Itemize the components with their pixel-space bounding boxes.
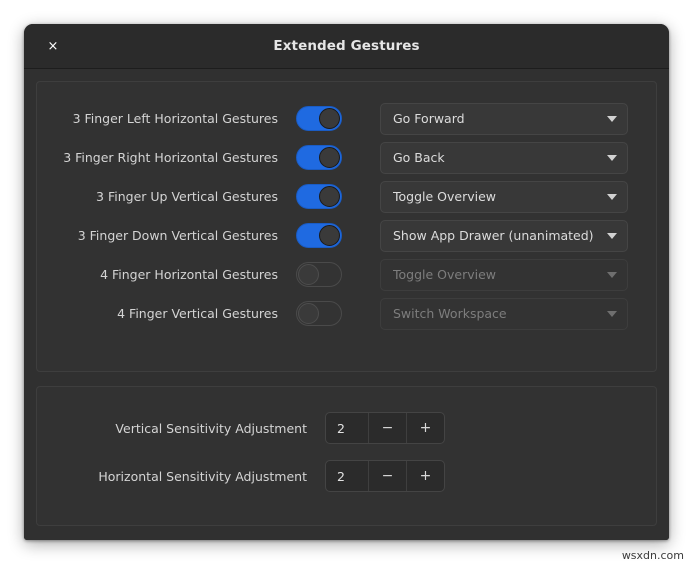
gesture-row: 4 Finger Vertical Gestures Switch Workspa…	[57, 297, 628, 330]
watermark: wsxdn.com	[621, 549, 684, 562]
gesture-row: 4 Finger Horizontal Gestures Toggle Overv…	[57, 258, 628, 291]
gesture-toggle-switch[interactable]	[296, 145, 342, 170]
gesture-action-dropdown[interactable]: Show App Drawer (unanimated)	[380, 219, 628, 252]
gesture-action-value: Go Forward	[393, 111, 465, 126]
minus-icon[interactable]: −	[368, 413, 406, 443]
chevron-down-icon	[607, 154, 617, 161]
gesture-action-value: Toggle Overview	[393, 267, 497, 282]
sensitivity-settings-group: Vertical Sensitivity Adjustment 2− + Horizo…	[36, 386, 657, 526]
chevron-down-icon	[607, 115, 617, 122]
sensitivity-label: Horizontal Sensitivity Adjustment	[98, 468, 307, 484]
sensitivity-value-input[interactable]: 2	[326, 461, 368, 491]
chevron-down-icon	[607, 232, 617, 239]
toggle-knob-icon	[298, 264, 319, 285]
gesture-label: 4 Finger Vertical Gestures	[117, 306, 278, 321]
sensitivity-value-input[interactable]: 2	[326, 413, 368, 443]
chevron-down-icon	[607, 193, 617, 200]
sensitivity-row: Horizontal Sensitivity Adjustment 2− +	[57, 457, 628, 495]
gesture-action-value: Go Back	[393, 150, 445, 165]
sensitivity-label: Vertical Sensitivity Adjustment	[115, 420, 307, 436]
toggle-knob-icon	[298, 303, 319, 324]
close-icon[interactable]: ×	[40, 33, 66, 59]
gesture-action-dropdown: Toggle Overview	[380, 258, 628, 291]
toggle-knob-icon	[319, 147, 340, 168]
gesture-label: 3 Finger Left Horizontal Gestures	[72, 111, 278, 126]
gesture-toggle-switch[interactable]	[296, 223, 342, 248]
plus-icon[interactable]: +	[406, 413, 444, 443]
gesture-label: 3 Finger Right Horizontal Gestures	[63, 150, 278, 165]
gesture-action-dropdown: Switch Workspace	[380, 297, 628, 330]
gesture-action-dropdown[interactable]: Go Back	[380, 141, 628, 174]
chevron-down-icon	[607, 310, 617, 317]
title-bar: × Extended Gestures	[24, 24, 669, 69]
window-title: Extended Gestures	[273, 38, 420, 54]
plus-icon[interactable]: +	[406, 461, 444, 491]
gesture-row: 3 Finger Down Vertical Gestures Show App …	[57, 219, 628, 252]
sensitivity-stepper[interactable]: 2− +	[325, 460, 445, 492]
gesture-row: 3 Finger Right Horizontal Gestures Go Bac…	[57, 141, 628, 174]
gesture-toggle-switch[interactable]	[296, 184, 342, 209]
gesture-action-dropdown[interactable]: Toggle Overview	[380, 180, 628, 213]
gesture-settings-group: 3 Finger Left Horizontal Gestures Go Forw…	[36, 81, 657, 372]
gesture-action-value: Toggle Overview	[393, 189, 497, 204]
extended-gestures-window: × Extended Gestures 3 Finger Left Horizo…	[24, 24, 669, 540]
window-body: 3 Finger Left Horizontal Gestures Go Forw…	[24, 69, 669, 540]
chevron-down-icon	[607, 271, 617, 278]
gesture-toggle-switch[interactable]	[296, 301, 342, 326]
gesture-toggle-switch[interactable]	[296, 106, 342, 131]
sensitivity-row: Vertical Sensitivity Adjustment 2− +	[57, 409, 628, 447]
toggle-knob-icon	[319, 225, 340, 246]
gesture-row: 3 Finger Up Vertical Gestures Toggle Over…	[57, 180, 628, 213]
gesture-label: 4 Finger Horizontal Gestures	[100, 267, 278, 282]
gesture-action-value: Switch Workspace	[393, 306, 507, 321]
gesture-label: 3 Finger Down Vertical Gestures	[77, 228, 278, 243]
toggle-knob-icon	[319, 186, 340, 207]
gesture-label: 3 Finger Up Vertical Gestures	[96, 189, 278, 204]
sensitivity-stepper[interactable]: 2− +	[325, 412, 445, 444]
gesture-row: 3 Finger Left Horizontal Gestures Go Forw…	[57, 102, 628, 135]
gesture-action-dropdown[interactable]: Go Forward	[380, 102, 628, 135]
minus-icon[interactable]: −	[368, 461, 406, 491]
gesture-toggle-switch[interactable]	[296, 262, 342, 287]
gesture-action-value: Show App Drawer (unanimated)	[393, 228, 594, 243]
toggle-knob-icon	[319, 108, 340, 129]
